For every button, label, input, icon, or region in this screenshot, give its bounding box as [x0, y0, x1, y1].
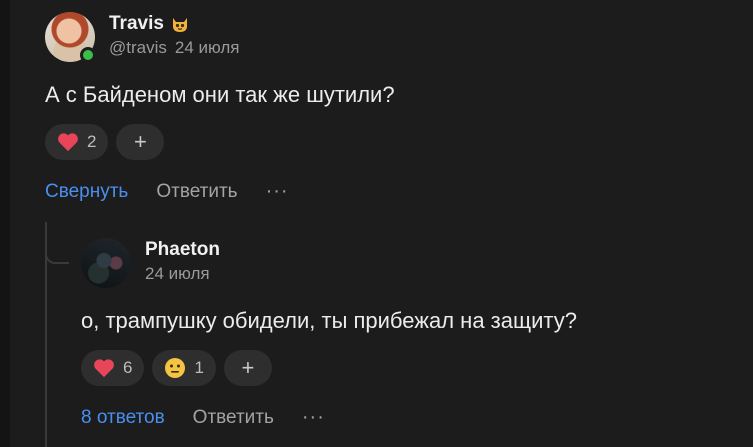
- more-icon[interactable]: ···: [266, 180, 289, 203]
- avatar[interactable]: [45, 12, 96, 63]
- comment-date: 24 июля: [145, 264, 210, 283]
- reaction-heart[interactable]: 2: [45, 124, 109, 160]
- left-gutter: [0, 0, 10, 447]
- avatar-image: [81, 238, 131, 288]
- comment-actions: 8 ответов Ответить ···: [81, 406, 721, 429]
- more-icon[interactable]: ···: [302, 406, 325, 429]
- author-name[interactable]: Phaeton: [145, 239, 220, 261]
- reaction-neutral-face[interactable]: 1: [152, 350, 216, 386]
- reactions-bar: 6 1 +: [81, 350, 721, 386]
- neutral-face-icon: [165, 358, 186, 378]
- heart-icon: [58, 133, 78, 152]
- comment-text: А с Байденом они так же шутили?: [45, 82, 395, 107]
- comment-text: о, трампушку обидели, ты прибежал на защ…: [81, 308, 577, 333]
- replies-link[interactable]: 8 ответов: [81, 407, 165, 429]
- comment-actions: Свернуть Ответить ···: [45, 180, 735, 203]
- comment-travis: Travis @travis 24 июля А с Байденом они т…: [45, 12, 735, 203]
- reaction-count: 6: [123, 358, 133, 377]
- add-reaction-button[interactable]: +: [116, 124, 165, 160]
- cat-face-icon: [172, 18, 187, 32]
- collapse-button[interactable]: Свернуть: [45, 181, 128, 203]
- comment-phaeton: Phaeton 24 июля о, трампушку обидели, ты…: [81, 238, 721, 429]
- comment-date: 24 июля: [174, 38, 240, 57]
- add-reaction-button[interactable]: +: [223, 350, 272, 386]
- reaction-heart[interactable]: 6: [81, 350, 145, 386]
- avatar[interactable]: [81, 238, 131, 288]
- reply-button[interactable]: Ответить: [156, 181, 237, 203]
- reply-button[interactable]: Ответить: [193, 407, 274, 429]
- author-name[interactable]: Travis: [109, 13, 164, 35]
- comment-header: Phaeton 24 июля: [81, 238, 721, 288]
- online-status-icon: [80, 47, 96, 63]
- reaction-count: 2: [87, 132, 97, 151]
- author-handle[interactable]: @travis: [109, 38, 167, 57]
- thread-connector: [45, 252, 69, 264]
- heart-icon: [94, 359, 114, 378]
- comment-header: Travis @travis 24 июля: [45, 12, 735, 63]
- reaction-count: 1: [194, 358, 204, 377]
- reactions-bar: 2 +: [45, 124, 735, 160]
